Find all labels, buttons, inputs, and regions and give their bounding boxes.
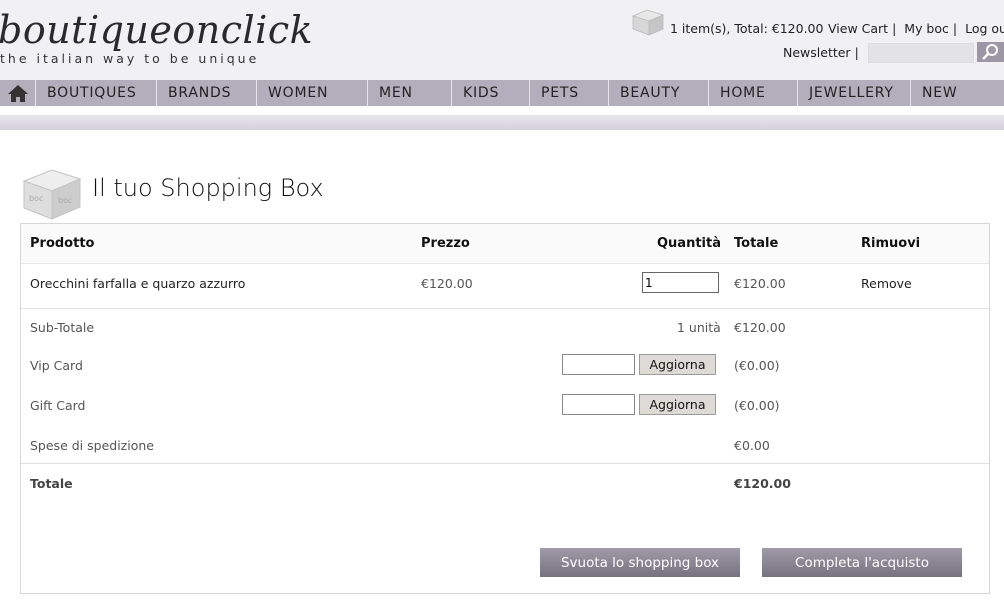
quantity-input[interactable]	[642, 272, 719, 293]
logout-link[interactable]: Log ou	[965, 21, 1004, 36]
nav-item-beauty[interactable]: BEAUTY	[608, 80, 680, 106]
gift-card-input[interactable]	[562, 394, 635, 415]
subtotal-value: €120.00	[734, 320, 786, 335]
cart-box-icon[interactable]	[631, 8, 665, 36]
cart-table: Prodotto Prezzo Quantità Totale Rimuovi …	[20, 223, 990, 594]
site-header: boutiqueonclick the italian way to be un…	[0, 0, 1004, 80]
shopping-box-icon: boc boc	[22, 169, 82, 220]
search-input[interactable]	[868, 43, 974, 63]
search-button[interactable]	[977, 42, 1004, 62]
cart-summary[interactable]: 1 item(s), Total: €120.00	[670, 21, 823, 36]
view-cart-link[interactable]: View Cart	[828, 21, 888, 36]
nav-item-home[interactable]: HOME	[708, 80, 766, 106]
subtotal-units: 1 unità	[677, 320, 721, 335]
search-icon	[982, 44, 998, 60]
link-separator: |	[854, 45, 859, 60]
link-separator: |	[892, 21, 897, 36]
total-divider	[21, 463, 989, 464]
shipping-label: Spese di spedizione	[30, 438, 154, 453]
remove-link[interactable]: Remove	[861, 276, 912, 291]
my-boc-link[interactable]: My boc	[904, 21, 949, 36]
column-header-quantity: Quantità	[657, 236, 721, 251]
nav-item-boutiques[interactable]: BOUTIQUES	[35, 80, 137, 106]
vip-card-input[interactable]	[562, 354, 635, 375]
total-value: €120.00	[734, 476, 791, 491]
link-separator: |	[952, 21, 958, 36]
account-links: View Cart | My boc | Log ou	[828, 21, 1004, 36]
gift-card-update-button[interactable]: Aggiorna	[639, 394, 716, 415]
column-header-price: Prezzo	[421, 236, 470, 251]
gift-card-label: Gift Card	[30, 398, 86, 413]
nav-item-brands[interactable]: BRANDS	[156, 80, 231, 106]
subtotal-label: Sub-Totale	[30, 320, 95, 335]
row-divider	[21, 308, 989, 309]
nav-item-pets[interactable]: PETS	[529, 80, 579, 106]
nav-spacer	[0, 106, 1004, 115]
sub-nav-bar	[0, 115, 1004, 130]
nav-item-men[interactable]: MEN	[367, 80, 413, 106]
vip-card-update-button[interactable]: Aggiorna	[639, 354, 716, 375]
newsletter-link[interactable]: Newsletter |	[783, 45, 859, 60]
vip-card-value: (€0.00)	[734, 358, 780, 373]
main-nav: BOUTIQUES BRANDS WOMEN MEN KIDS PETS BEA…	[0, 80, 1004, 106]
shipping-value: €0.00	[734, 438, 770, 453]
table-header-row	[21, 224, 989, 264]
logo[interactable]: boutiqueonclick	[0, 8, 313, 52]
nav-item-kids[interactable]: KIDS	[451, 80, 499, 106]
product-total: €120.00	[734, 276, 786, 291]
page-title: Il tuo Shopping Box	[92, 174, 324, 202]
newsletter-label[interactable]: Newsletter	[783, 45, 851, 60]
logo-tagline: the italian way to be unique	[0, 51, 260, 66]
total-label: Totale	[30, 476, 73, 491]
svg-text:boc: boc	[58, 196, 72, 205]
column-header-product: Prodotto	[30, 236, 95, 251]
column-header-remove: Rimuovi	[861, 236, 921, 251]
vip-card-label: Vip Card	[30, 358, 83, 373]
product-name[interactable]: Orecchini farfalla e quarzo azzurro	[30, 276, 245, 291]
gift-card-value: (€0.00)	[734, 398, 780, 413]
product-price: €120.00	[421, 276, 473, 291]
column-header-total: Totale	[734, 236, 779, 251]
home-icon[interactable]	[6, 83, 30, 103]
nav-item-women[interactable]: WOMEN	[256, 80, 328, 106]
nav-item-new[interactable]: NEW	[910, 80, 958, 106]
empty-box-button[interactable]: Svuota lo shopping box	[540, 548, 740, 577]
nav-item-jewellery[interactable]: JEWELLERY	[797, 80, 894, 106]
checkout-button[interactable]: Completa l'acquisto	[762, 548, 962, 577]
svg-text:boc: boc	[29, 194, 43, 203]
